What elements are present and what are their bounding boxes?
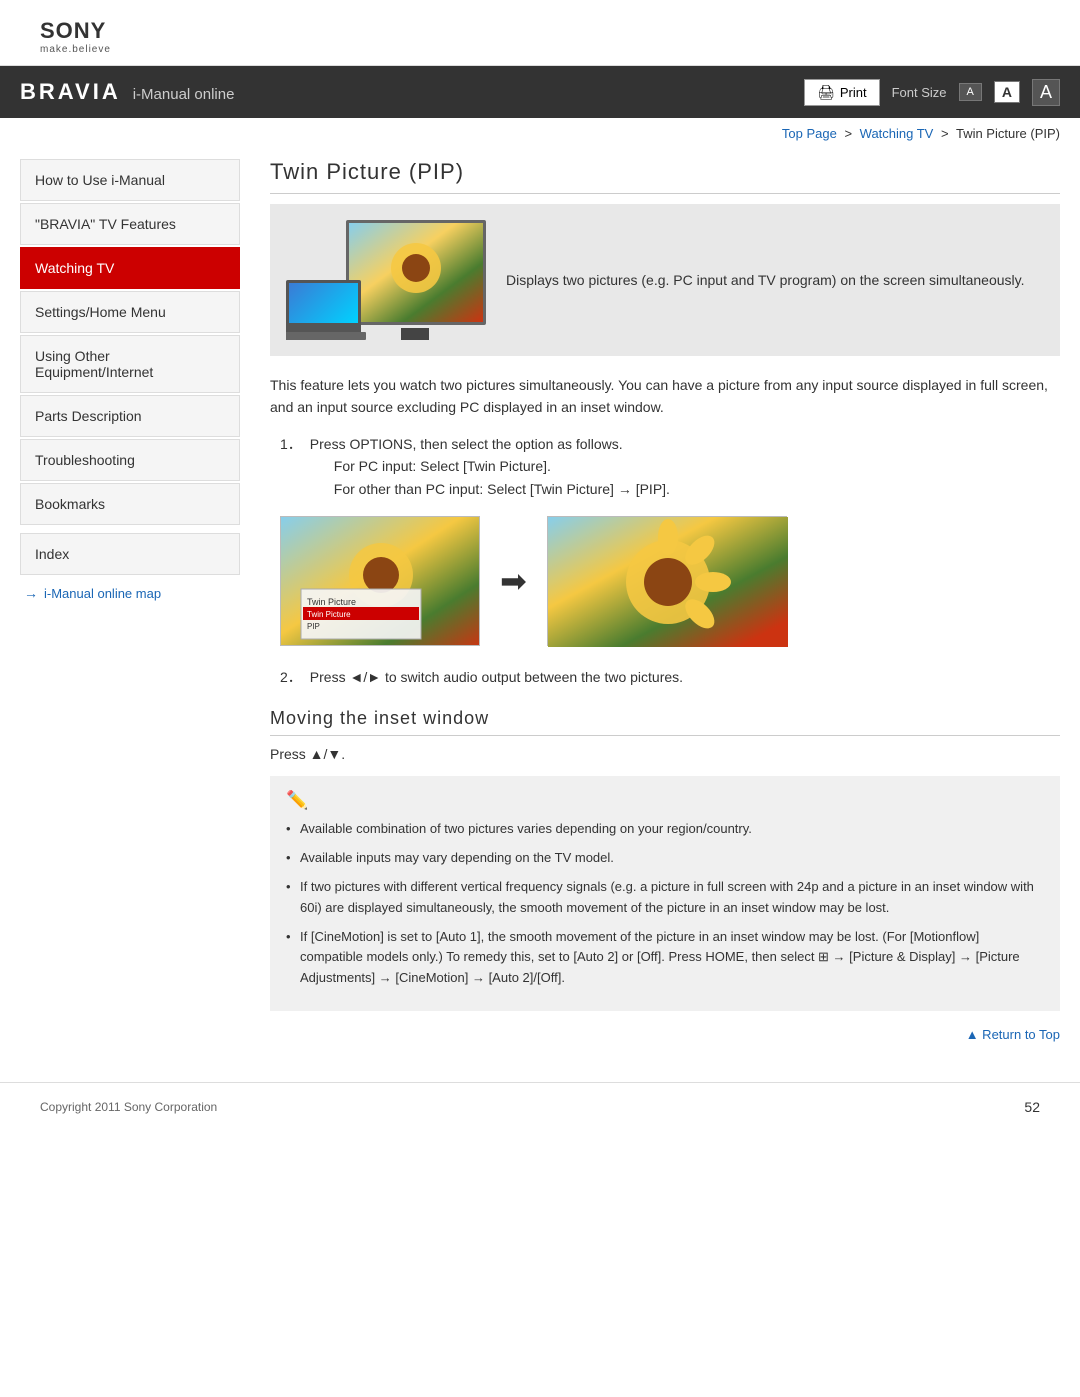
step-1-sub-2: For other than PC input: Select [Twin Pi…: [334, 478, 1060, 500]
sidebar-item-settings-home[interactable]: Settings/Home Menu: [20, 291, 240, 333]
bravia-title: BRAVIA i-Manual online: [20, 79, 234, 105]
svg-text:Twin Picture: Twin Picture: [307, 610, 351, 619]
tv-stand: [401, 328, 429, 340]
print-button[interactable]: 🖨 Print: [804, 79, 880, 106]
pip-before-svg: Twin Picture Twin Picture PIP: [281, 517, 480, 646]
imanual-map-link[interactable]: → i-Manual online map: [20, 585, 240, 601]
breadcrumb-current: Twin Picture (PIP): [956, 126, 1060, 141]
step-2-number: 2．: [280, 666, 302, 688]
step-1-sub-1: For PC input: Select [Twin Picture].: [334, 455, 1060, 477]
intro-box: Displays two pictures (e.g. PC input and…: [270, 204, 1060, 356]
arrow-right-large-icon: ➡: [500, 562, 527, 600]
steps-list: 1． Press OPTIONS, then select the option…: [280, 433, 1060, 689]
svg-text:PIP: PIP: [307, 622, 320, 631]
note-item-3: If two pictures with different vertical …: [286, 877, 1044, 919]
note-icon: ✏️: [286, 790, 1044, 811]
return-to-top-link[interactable]: ▲ Return to Top: [966, 1027, 1060, 1042]
sidebar-index[interactable]: Index: [20, 533, 240, 575]
sunflower-result-svg: [548, 517, 788, 647]
section2-title: Moving the inset window: [270, 708, 1060, 736]
sidebar-item-how-to-use[interactable]: How to Use i-Manual: [20, 159, 240, 201]
svg-text:Twin Picture: Twin Picture: [307, 597, 356, 607]
return-to-top[interactable]: ▲ Return to Top: [270, 1027, 1060, 1042]
step-2-text: Press ◄/► to switch audio output between…: [310, 666, 683, 688]
sony-logo: SONY make.believe: [40, 18, 1040, 55]
font-size-label: Font Size: [892, 85, 947, 100]
nav-bar: BRAVIA i-Manual online 🖨 Print Font Size…: [0, 66, 1080, 118]
content-area: Twin Picture (PIP): [260, 159, 1060, 1042]
note-item-4: If [CineMotion] is set to [Auto 1], the …: [286, 927, 1044, 989]
intro-description: Displays two pictures (e.g. PC input and…: [506, 270, 1025, 291]
laptop-screen: [289, 283, 358, 323]
breadcrumb: Top Page > Watching TV > Twin Picture (P…: [0, 118, 1080, 149]
top-bar: SONY make.believe: [0, 0, 1080, 66]
sidebar-item-using-other[interactable]: Using Other Equipment/Internet: [20, 335, 240, 393]
step-2: 2． Press ◄/► to switch audio output betw…: [280, 666, 1060, 688]
pip-intro-image: [286, 220, 486, 340]
sidebar-item-troubleshooting[interactable]: Troubleshooting: [20, 439, 240, 481]
sidebar: How to Use i-Manual "BRAVIA" TV Features…: [20, 159, 240, 1042]
pip-screenshot-before: Twin Picture Twin Picture PIP: [280, 516, 480, 646]
tv-display: [346, 220, 486, 325]
page-title: Twin Picture (PIP): [270, 159, 1060, 194]
sidebar-item-parts-description[interactable]: Parts Description: [20, 395, 240, 437]
main-layout: How to Use i-Manual "BRAVIA" TV Features…: [0, 149, 1080, 1062]
note-item-2: Available inputs may vary depending on t…: [286, 848, 1044, 869]
step-1: 1． Press OPTIONS, then select the option…: [280, 433, 1060, 500]
font-large-button[interactable]: A: [1032, 79, 1060, 106]
print-icon: 🖨: [817, 84, 835, 101]
body-paragraph: This feature lets you watch two pictures…: [270, 374, 1060, 419]
laptop-display: [286, 280, 361, 335]
breadcrumb-top-page[interactable]: Top Page: [782, 126, 837, 141]
note-box: ✏️ Available combination of two pictures…: [270, 776, 1060, 1011]
font-small-button[interactable]: A: [959, 83, 982, 101]
sidebar-item-bookmarks[interactable]: Bookmarks: [20, 483, 240, 525]
pip-screenshot-after: [547, 516, 787, 646]
sidebar-item-bravia-features[interactable]: "BRAVIA" TV Features: [20, 203, 240, 245]
press-label: Press ▲/▼.: [270, 746, 1060, 762]
note-item-1: Available combination of two pictures va…: [286, 819, 1044, 840]
copyright-text: Copyright 2011 Sony Corporation: [40, 1100, 217, 1114]
page-number: 52: [1024, 1099, 1040, 1115]
laptop-base: [286, 332, 366, 340]
step-1-text: Press OPTIONS, then select the option as…: [310, 436, 623, 452]
nav-right: 🖨 Print Font Size A A A: [804, 79, 1060, 106]
sunflower-tv-svg: [349, 223, 483, 322]
font-medium-button[interactable]: A: [994, 81, 1020, 103]
bravia-brand: BRAVIA: [20, 79, 121, 105]
arrow-right-icon: →: [24, 585, 38, 601]
sidebar-item-watching-tv[interactable]: Watching TV: [20, 247, 240, 289]
footer: Copyright 2011 Sony Corporation 52: [0, 1082, 1080, 1131]
imanual-subtitle: i-Manual online: [133, 86, 235, 103]
pip-image-row: Twin Picture Twin Picture PIP ➡: [280, 516, 1060, 646]
step-1-number: 1．: [280, 433, 302, 500]
notes-list: Available combination of two pictures va…: [286, 819, 1044, 989]
breadcrumb-watching-tv[interactable]: Watching TV: [860, 126, 934, 141]
